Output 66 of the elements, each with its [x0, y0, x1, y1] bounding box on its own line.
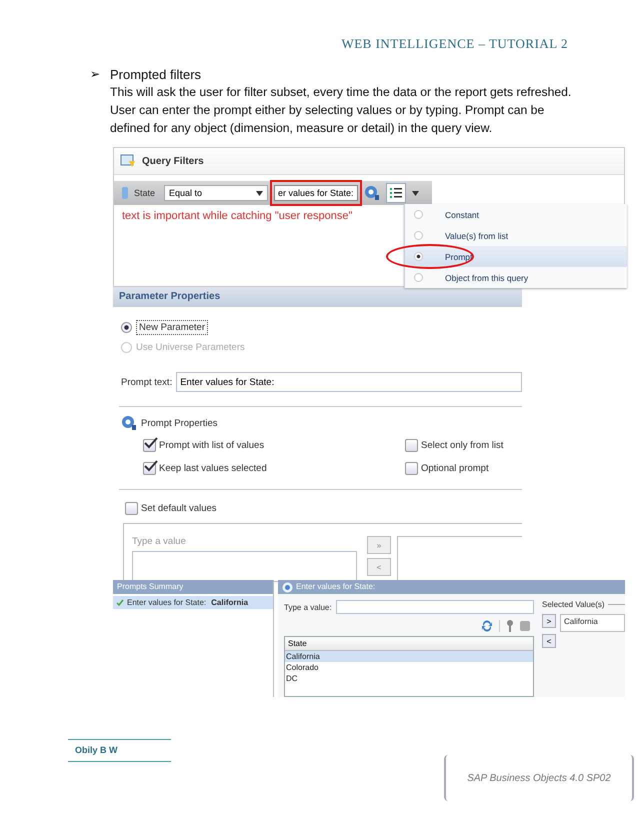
radio-button[interactable]: [414, 210, 423, 219]
operator-dropdown[interactable]: Equal to: [164, 185, 268, 201]
checkbox-label: Select only from list: [421, 440, 504, 451]
remove-button[interactable]: <: [542, 634, 556, 648]
caret-icon: [256, 190, 264, 196]
type-value-field[interactable]: Type a value: [132, 536, 357, 547]
prompt-icon: [121, 415, 137, 431]
checkbox-label: Prompt with list of values: [159, 440, 264, 451]
list-item[interactable]: California: [561, 615, 624, 628]
author-name: Obily B W: [68, 739, 171, 762]
list-menu-button[interactable]: [386, 183, 406, 203]
list-item[interactable]: DC: [285, 673, 533, 684]
summary-item[interactable]: Enter values for State: California: [113, 596, 273, 609]
type-value-field[interactable]: [336, 600, 534, 614]
prompt-icon: [364, 185, 380, 201]
refresh-icon: [481, 620, 493, 632]
menu-item[interactable]: Object from this query: [405, 267, 627, 288]
filter-object: State: [134, 188, 156, 198]
column-header: State: [285, 637, 533, 651]
summary-value: California: [211, 598, 248, 607]
radio-button[interactable]: [414, 273, 423, 282]
checkbox[interactable]: [143, 439, 156, 452]
prompt-text-field[interactable]: Enter values for State:: [176, 372, 522, 392]
section-label: Prompt Properties: [141, 418, 218, 428]
caret-icon: [412, 190, 419, 196]
menu-item[interactable]: Value(s) from list: [405, 225, 627, 246]
radio-button[interactable]: [414, 252, 423, 261]
list-item[interactable]: California: [285, 651, 533, 662]
field-label: Prompt text:: [121, 376, 172, 388]
body-paragraph: This will ask the user for filter subset, every time the data or the report gets refreshed. User can enter the prompt either by selecting values or by typing. Prompt can be defined for any object (dimension, measure or detail) in the query view.: [110, 84, 572, 137]
checkbox-label: Set default values: [141, 503, 217, 514]
pin-icon: [506, 620, 514, 632]
checkmark-icon: [144, 460, 158, 472]
menu-item[interactable]: Constant: [405, 204, 627, 225]
field-label: Type a value:: [284, 602, 332, 612]
panel-title-text: Enter values for State:: [296, 581, 376, 593]
section-heading: Prompted filters: [110, 66, 202, 83]
list-item[interactable]: Colorado: [285, 662, 533, 673]
option-label: Use Universe Parameters: [136, 342, 245, 352]
checkbox[interactable]: [405, 462, 418, 475]
checkbox-label: Optional prompt: [421, 463, 489, 474]
page-header: WEB INTELLIGENCE – TUTORIAL 2: [340, 35, 569, 52]
checkbox-label: Keep last values selected: [159, 463, 267, 474]
radio-button[interactable]: [121, 322, 132, 332]
section-label: Selected Value(s): [542, 600, 605, 609]
checkmark-icon: [144, 437, 158, 449]
panel-title: Query Filters: [142, 156, 204, 166]
filter-icon: [120, 154, 136, 168]
square-icon: [520, 621, 530, 631]
filter-value-field[interactable]: er values for State:: [274, 185, 358, 201]
panel-title: Prompts Summary: [113, 580, 273, 594]
annotation-text: text is important while catching "user response": [122, 210, 352, 222]
bullet-icon: ➢: [90, 66, 100, 137]
product-name: SAP Business Objects 4.0 SP02: [467, 772, 611, 784]
add-button[interactable]: >: [542, 614, 556, 628]
summary-label: Enter values for State:: [127, 598, 206, 607]
panel-title: Parameter Properties: [113, 287, 522, 307]
checkbox[interactable]: [143, 462, 156, 475]
checkmark-icon: [116, 599, 124, 606]
option-label: New Parameter: [136, 320, 208, 334]
radio-button[interactable]: [414, 231, 423, 240]
operator-value: Equal to: [169, 188, 202, 198]
list-icon: [390, 187, 402, 199]
dimension-icon: [122, 187, 128, 199]
checkbox[interactable]: [125, 502, 138, 515]
checkbox[interactable]: [405, 439, 418, 452]
